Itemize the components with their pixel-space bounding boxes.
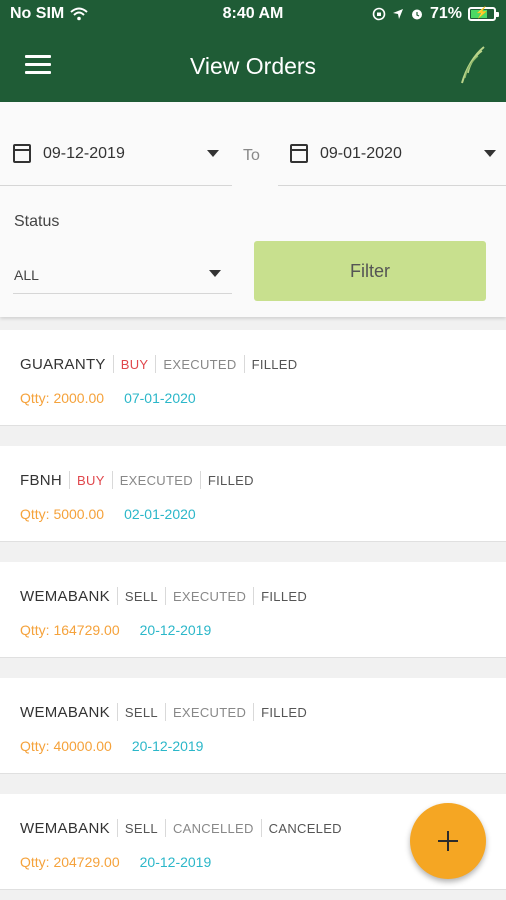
order-symbol: WEMABANK	[20, 587, 110, 605]
add-order-button[interactable]	[410, 803, 486, 879]
divider	[116, 819, 118, 837]
order-symbol: WEMABANK	[20, 703, 110, 721]
status-bar: No SIM 8:40 AM 71% ⚡	[0, 0, 506, 30]
status-select-value: ALL	[14, 267, 39, 283]
dropdown-arrow-icon	[207, 150, 219, 157]
divider	[199, 471, 201, 489]
to-label: To	[243, 147, 260, 164]
to-date-picker[interactable]: 09-01-2020	[278, 132, 506, 186]
order-date: 07-01-2020	[124, 390, 196, 406]
order-state: EXECUTED	[119, 472, 193, 488]
order-side: SELL	[124, 588, 158, 604]
leaf-icon	[461, 46, 485, 84]
dropdown-arrow-icon	[209, 270, 221, 277]
divider	[164, 587, 166, 605]
order-card[interactable]: FBNH BUY EXECUTED FILLED Qtty: 5000.00 0…	[0, 446, 506, 542]
battery-percent: 71%	[429, 5, 462, 22]
app-header: No SIM 8:40 AM 71% ⚡ View Orders	[0, 0, 506, 102]
order-fill-status: FILLED	[207, 472, 254, 488]
divider	[260, 819, 262, 837]
divider	[164, 703, 166, 721]
order-date: 20-12-2019	[139, 854, 212, 870]
location-icon	[392, 9, 403, 19]
divider	[111, 471, 113, 489]
divider	[116, 703, 118, 721]
order-side: SELL	[124, 820, 158, 836]
order-fill-status: FILLED	[251, 356, 298, 372]
order-state: EXECUTED	[172, 588, 247, 604]
order-quantity: Qtty: 204729.00	[20, 854, 120, 870]
order-fill-status: FILLED	[261, 588, 308, 604]
filter-button[interactable]: Filter	[254, 241, 486, 301]
order-card[interactable]: WEMABANK SELL EXECUTED FILLED Qtty: 4000…	[0, 678, 506, 774]
from-date-value: 09-12-2019	[43, 145, 125, 162]
order-date: 20-12-2019	[139, 622, 212, 638]
to-date-value: 09-01-2020	[320, 145, 402, 162]
divider	[164, 819, 166, 837]
page-title: View Orders	[189, 53, 317, 79]
order-fill-status: CANCELED	[268, 820, 342, 836]
calendar-icon	[13, 144, 31, 163]
battery-icon: ⚡	[468, 7, 499, 21]
charging-bolt-icon: ⚡	[475, 7, 489, 19]
order-symbol: GUARANTY	[20, 355, 106, 373]
divider	[155, 355, 157, 373]
order-quantity: Qtty: 40000.00	[20, 738, 112, 754]
status-label: Status	[14, 213, 60, 230]
order-side: BUY	[120, 356, 149, 372]
order-symbol: WEMABANK	[20, 819, 110, 837]
order-quantity: Qtty: 164729.00	[20, 622, 120, 638]
order-date: 20-12-2019	[131, 738, 204, 754]
order-fill-status: FILLED	[261, 704, 308, 720]
divider	[69, 471, 71, 489]
divider	[243, 355, 245, 373]
order-state: EXECUTED	[163, 356, 237, 372]
order-date: 02-01-2020	[124, 506, 196, 522]
order-card[interactable]: GUARANTY BUY EXECUTED FILLED Qtty: 2000.…	[0, 330, 506, 426]
alarm-icon	[411, 9, 422, 20]
order-side: BUY	[77, 472, 105, 488]
status-right: 71% ⚡	[372, 5, 499, 23]
divider	[253, 703, 255, 721]
order-state: EXECUTED	[172, 704, 247, 720]
order-quantity: Qtty: 5000.00	[20, 506, 105, 522]
divider	[253, 587, 255, 605]
dropdown-arrow-icon	[484, 150, 496, 157]
order-card[interactable]: WEMABANK SELL EXECUTED FILLED Qtty: 1647…	[0, 562, 506, 658]
order-state: CANCELLED	[172, 820, 254, 836]
status-select[interactable]: ALL	[13, 258, 232, 294]
orientation-lock-icon	[372, 7, 386, 21]
divider	[116, 587, 118, 605]
from-date-picker[interactable]: 09-12-2019	[0, 132, 232, 186]
order-symbol: FBNH	[20, 471, 63, 489]
order-side: SELL	[124, 704, 158, 720]
order-quantity: Qtty: 2000.00	[20, 390, 105, 406]
calendar-icon	[290, 144, 308, 163]
divider	[112, 355, 114, 373]
plus-icon	[447, 831, 449, 851]
filter-panel: 09-12-2019 To 09-01-2020 Status ALL Filt…	[0, 102, 506, 317]
